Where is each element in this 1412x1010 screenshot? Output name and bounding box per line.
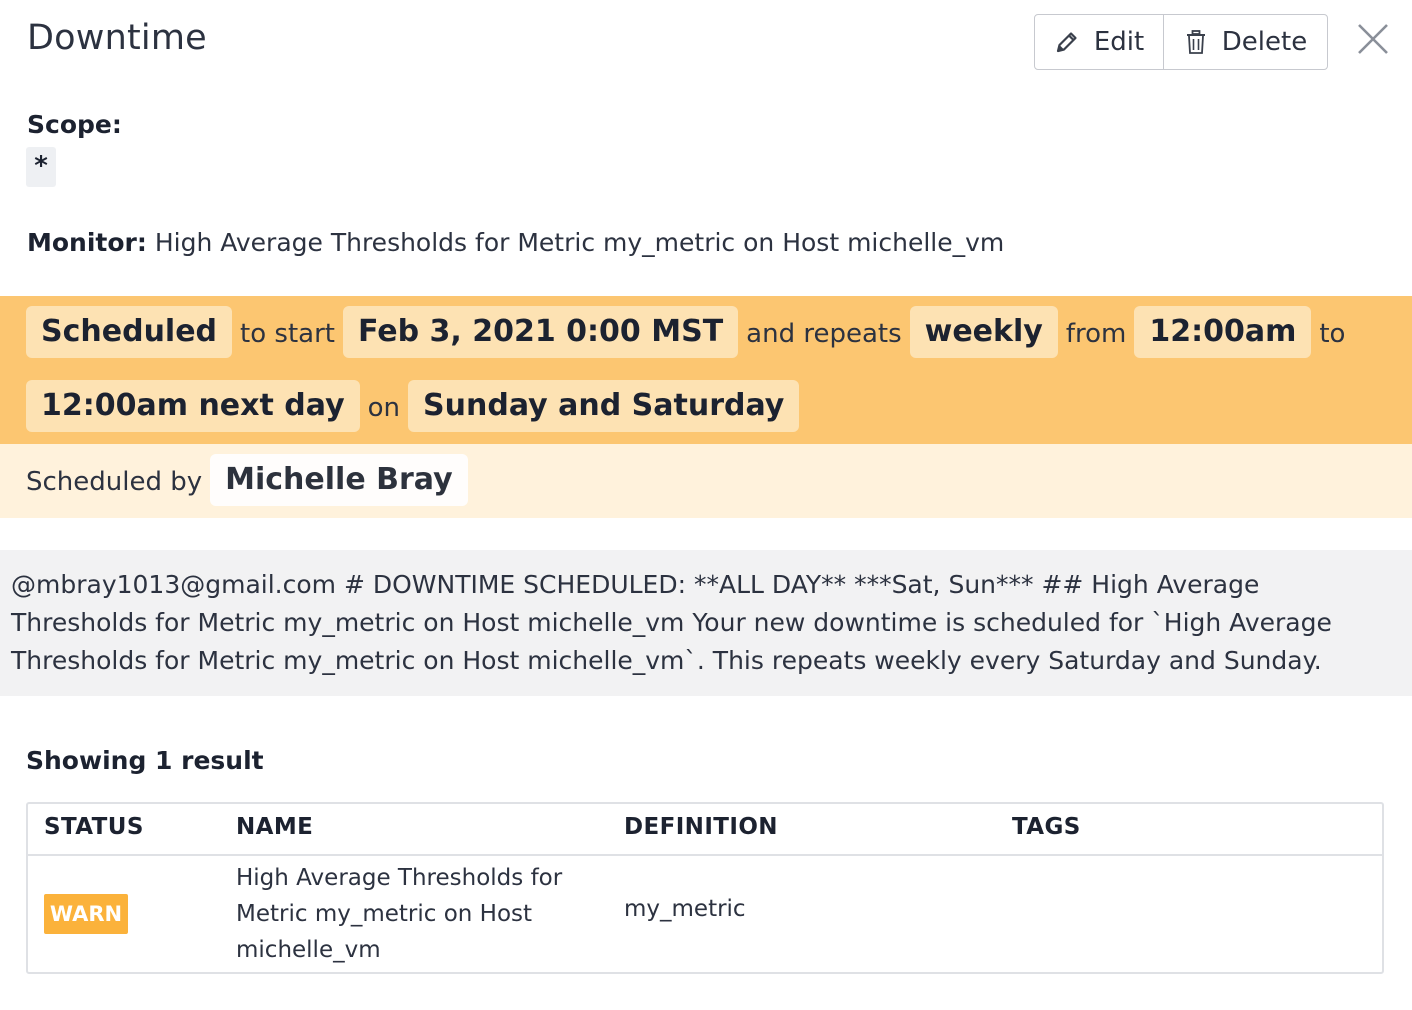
edit-button-label: Edit [1093,27,1145,57]
schedule-row-1: Scheduled to start Feb 3, 2021 0:00 MST … [26,306,1345,358]
monitor-name-cell[interactable]: High Average Thresholds for Metric my_me… [236,860,596,968]
results-summary: Showing 1 result [26,746,264,775]
schedule-status: Scheduled [26,306,233,358]
scope-label: Scope: [27,110,122,139]
schedule-start: Feb 3, 2021 0:00 MST [342,306,739,358]
downtime-message: @mbray1013@gmail.com # DOWNTIME SCHEDULE… [0,550,1412,696]
delete-button-label: Delete [1221,27,1308,57]
close-icon[interactable] [1356,22,1390,56]
monitor-name-line: High Average Thresholds for [236,865,563,891]
page-title: Downtime [27,18,207,58]
to-start-text: to start [240,319,335,349]
scheduled-by-user: Michelle Bray [210,454,468,506]
monitor-name-line: Metric my_metric on Host [236,901,533,927]
monitor-line: Monitor: High Average Thresholds for Met… [27,228,1004,257]
scheduled-by-row: Scheduled by Michelle Bray [26,454,468,506]
schedule-from-time: 12:00am [1134,306,1312,358]
from-text: from [1065,319,1127,349]
definition-cell: my_metric [624,896,746,922]
pencil-icon [1054,29,1080,55]
table-header: STATUS NAME DEFINITION TAGS [28,804,1382,856]
and-repeats-text: and repeats [746,319,902,349]
column-header-status[interactable]: STATUS [44,814,144,840]
action-button-group: Edit Delete [1034,14,1328,70]
delete-button[interactable]: Delete [1164,15,1327,69]
scheduled-by-label: Scheduled by [26,467,203,497]
schedule-days: Sunday and Saturday [408,380,800,432]
column-header-definition[interactable]: DEFINITION [624,814,778,840]
schedule-to-time: 12:00am next day [26,380,360,432]
results-table: STATUS NAME DEFINITION TAGS WARN High Av… [26,802,1384,974]
column-header-tags[interactable]: TAGS [1012,814,1081,840]
trash-icon [1184,29,1208,55]
schedule-row-2: 12:00am next day on Sunday and Saturday [26,380,800,432]
edit-button[interactable]: Edit [1035,15,1164,69]
to-text: to [1319,319,1346,349]
scope-value: * [26,147,56,187]
monitor-name-line: michelle_vm [236,937,381,963]
on-text: on [367,393,401,423]
monitor-label: Monitor: [27,228,147,257]
status-badge: WARN [44,894,128,934]
column-header-name[interactable]: NAME [236,814,313,840]
schedule-frequency: weekly [909,306,1058,358]
monitor-value: High Average Thresholds for Metric my_me… [154,228,1005,257]
